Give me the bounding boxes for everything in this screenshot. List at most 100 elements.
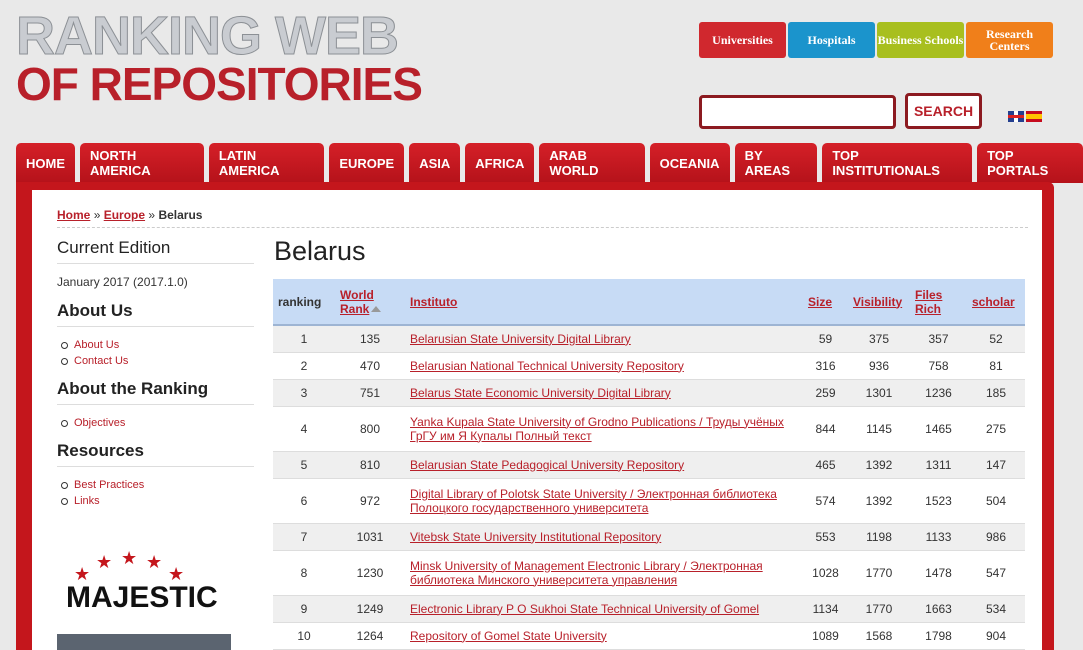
world-rank-cell: 470	[335, 352, 405, 380]
table-row: 6 972 Digital Library of Polotsk State Uni…	[273, 478, 1025, 524]
nav-item-by-areas[interactable]: BY AREAS	[734, 143, 818, 183]
files-rich-sort-link[interactable]: Files Rich	[915, 288, 942, 316]
table-row: 1 135 Belarusian State University Digital …	[273, 325, 1025, 353]
visibility-cell: 1198	[848, 523, 910, 551]
visibility-sort-link[interactable]: Visibility	[853, 295, 902, 309]
scholar-cell: 986	[967, 523, 1025, 551]
scholar-cell: 81	[967, 352, 1025, 380]
scholar-sort-link[interactable]: scholar	[972, 295, 1015, 309]
visibility-cell: 1392	[848, 478, 910, 524]
best-practices-link[interactable]: Best Practices	[61, 477, 254, 493]
scholar-cell: 547	[967, 550, 1025, 596]
nav-item-europe[interactable]: EUROPE	[329, 143, 405, 183]
content-frame: Home » Europe » Belarus Current Edition …	[16, 182, 1054, 650]
files-label-1: Files	[915, 287, 943, 302]
language-flags	[1008, 111, 1042, 122]
ranking-cell: 4	[273, 406, 335, 452]
col-header-visibility[interactable]: Visibility	[848, 279, 910, 326]
ranking-cell: 1	[273, 325, 335, 353]
star-icon: ★	[121, 548, 138, 568]
scholar-cell: 185	[967, 379, 1025, 407]
nav-item-asia[interactable]: ASIA	[409, 143, 461, 183]
links-link[interactable]: Links	[61, 493, 254, 509]
instituto-sort-link[interactable]: Instituto	[410, 295, 457, 309]
ranking-cell: 10	[273, 622, 335, 650]
nav-item-top-portals[interactable]: TOP PORTALS	[977, 143, 1083, 183]
files-label-2: Rich	[915, 301, 942, 316]
table-row: 3 751 Belarus State Economic University Di…	[273, 379, 1025, 407]
ranking-cell: 6	[273, 478, 335, 524]
institution-cell: Digital Library of Polotsk State Univers…	[405, 478, 803, 524]
col-header-world-rank[interactable]: World Rank	[335, 279, 405, 326]
breadcrumb-home-link[interactable]: Home	[57, 208, 90, 222]
ranking-cell: 3	[273, 379, 335, 407]
breadcrumb-divider	[57, 227, 1028, 228]
scholar-cell: 52	[967, 325, 1025, 353]
top-tab-business-schools[interactable]: Business Schools	[877, 22, 964, 58]
objectives-link[interactable]: Objectives	[61, 415, 254, 431]
institution-link[interactable]: Vitebsk State University Institutional R…	[410, 530, 661, 544]
breadcrumb: Home » Europe » Belarus	[57, 208, 202, 222]
majestic-logo[interactable]: ★ ★ ★ ★ ★ MAJESTIC	[66, 540, 226, 615]
col-header-instituto[interactable]: Instituto	[405, 279, 803, 326]
nav-item-home[interactable]: HOME	[16, 143, 75, 183]
world-rank-cell: 810	[335, 451, 405, 479]
world-rank-cell: 135	[335, 325, 405, 353]
site-logo[interactable]: RANKING WEB OF REPOSITORIES	[16, 6, 423, 108]
breadcrumb-europe-link[interactable]: Europe	[104, 208, 145, 222]
scholar-cell: 904	[967, 622, 1025, 650]
world-rank-label-1: World	[340, 287, 374, 302]
nav-item-africa[interactable]: AFRICA	[465, 143, 535, 183]
institution-link[interactable]: Belarusian State University Digital Libr…	[410, 332, 631, 346]
col-header-files-rich[interactable]: Files Rich	[910, 279, 967, 326]
institution-link[interactable]: Electronic Library P O Sukhoi State Tech…	[410, 602, 759, 616]
institution-cell: Electronic Library P O Sukhoi State Tech…	[405, 595, 803, 623]
col-header-scholar[interactable]: scholar	[967, 279, 1025, 326]
page-title: Belarus	[274, 236, 366, 266]
logo-line-ranking-web: RANKING WEB	[16, 6, 400, 66]
size-sort-link[interactable]: Size	[808, 295, 832, 309]
size-cell: 1028	[803, 550, 848, 596]
current-edition-heading: Current Edition	[57, 238, 254, 264]
institution-cell: Belarusian State University Digital Libr…	[405, 325, 803, 353]
contact-us-link[interactable]: Contact Us	[61, 353, 254, 369]
table-row: 2 470 Belarusian National Technical Univer…	[273, 352, 1025, 380]
institution-link[interactable]: Belarusian National Technical University…	[410, 359, 684, 373]
institution-link[interactable]: Repository of Gomel State University	[410, 629, 607, 643]
resources-list: Best Practices Links	[61, 477, 254, 509]
world-rank-label-2: Rank	[340, 301, 370, 316]
top-tab-research-centers[interactable]: Research Centers	[966, 22, 1053, 58]
nav-item-latin-america[interactable]: LATIN AMERICA	[208, 143, 325, 183]
institution-link[interactable]: Digital Library of Polotsk State Univers…	[410, 487, 777, 515]
top-category-tabs: Universities Hospitals Business Schools Res…	[699, 22, 1053, 58]
institution-cell: Belarusian State Pedagogical University …	[405, 451, 803, 479]
files-rich-cell: 1133	[910, 523, 967, 551]
institution-link[interactable]: Minsk University of Management Electroni…	[410, 559, 763, 587]
size-cell: 59	[803, 325, 848, 353]
files-rich-cell: 1478	[910, 550, 967, 596]
content-panel: Home » Europe » Belarus Current Edition …	[32, 190, 1042, 650]
institution-cell: Belarus State Economic University Digita…	[405, 379, 803, 407]
sidebar-banner[interactable]	[57, 634, 231, 650]
nav-item-arab-world[interactable]: ARAB WORLD	[539, 143, 645, 183]
size-cell: 465	[803, 451, 848, 479]
about-us-link[interactable]: About Us	[61, 337, 254, 353]
col-header-size[interactable]: Size	[803, 279, 848, 326]
about-us-list: About Us Contact Us	[61, 337, 254, 369]
english-flag-icon[interactable]	[1008, 111, 1024, 122]
nav-item-oceania[interactable]: OCEANIA	[649, 143, 730, 183]
search-button[interactable]: SEARCH	[905, 93, 982, 129]
visibility-cell: 1392	[848, 451, 910, 479]
top-tab-universities[interactable]: Universities	[699, 22, 786, 58]
institution-link[interactable]: Belarus State Economic University Digita…	[410, 386, 671, 400]
nav-item-top-institutionals[interactable]: TOP INSTITUTIONALS	[822, 143, 973, 183]
nav-item-north-america[interactable]: NORTH AMERICA	[80, 143, 204, 183]
ranking-cell: 8	[273, 550, 335, 596]
files-rich-cell: 1465	[910, 406, 967, 452]
institution-link[interactable]: Yanka Kupala State University of Grodno …	[410, 415, 784, 443]
top-tab-hospitals[interactable]: Hospitals	[788, 22, 875, 58]
world-rank-sort-link[interactable]: World Rank	[340, 288, 374, 316]
spanish-flag-icon[interactable]	[1026, 111, 1042, 122]
institution-link[interactable]: Belarusian State Pedagogical University …	[410, 458, 684, 472]
search-input[interactable]	[699, 95, 896, 129]
